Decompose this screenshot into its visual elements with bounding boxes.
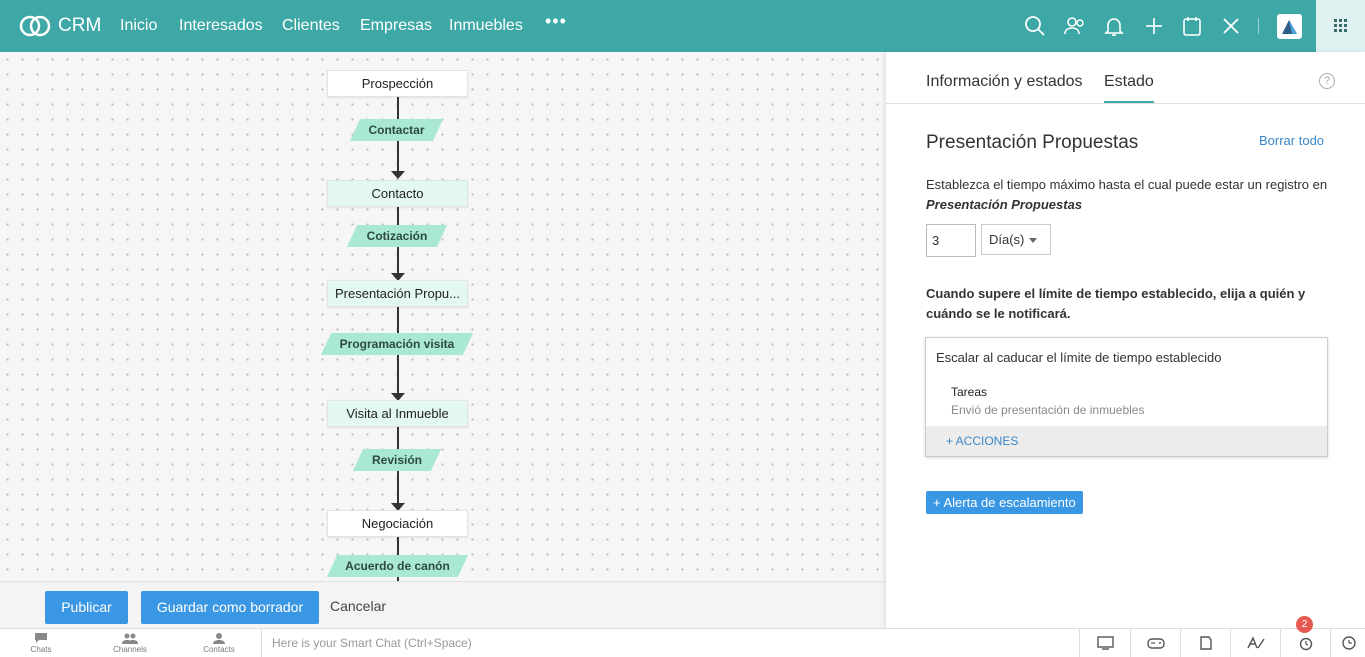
nav-inmuebles[interactable]: Inmuebles <box>449 17 523 35</box>
stage-negociacion[interactable]: Negociación <box>327 510 468 537</box>
stage-contacto[interactable]: Contacto <box>327 180 468 207</box>
publish-button[interactable]: Publicar <box>45 591 128 624</box>
tab-estado[interactable]: Estado <box>1104 73 1154 104</box>
brand-name: CRM <box>58 15 102 36</box>
note-icon <box>1200 636 1212 650</box>
top-navigation-bar: CRM Inicio Interesados Clientes Empresas… <box>0 0 1365 52</box>
transition-label: Revisión <box>371 453 422 467</box>
screen-share-button[interactable] <box>1081 629 1131 657</box>
smart-chat-input[interactable]: Here is your Smart Chat (Ctrl+Space) <box>261 629 1080 657</box>
escalation-box: Escalar al caducar el límite de tiempo e… <box>925 337 1328 457</box>
notes-button[interactable] <box>1181 629 1231 657</box>
description-text: Establezca el tiempo máximo hasta el cua… <box>926 177 1328 192</box>
crm-logo-icon <box>19 15 51 37</box>
clear-all-link[interactable]: Borrar todo <box>1259 133 1324 148</box>
transition-label: Acuerdo de canón <box>345 559 450 573</box>
save-draft-button[interactable]: Guardar como borrador <box>141 591 319 624</box>
task-label: Tareas <box>951 385 988 399</box>
footer-chats-label: Chats <box>30 645 52 654</box>
nav-inicio[interactable]: Inicio <box>120 17 157 35</box>
alarm-count-badge: 2 <box>1296 616 1313 633</box>
footer-chats[interactable]: Chats <box>11 632 71 654</box>
footer-bar: Chats Channels Contacts Here is your Sma… <box>0 628 1365 657</box>
grid-icon <box>1334 19 1347 32</box>
time-unit-value: Día(s) <box>989 232 1025 247</box>
calendar-icon[interactable] <box>1180 14 1204 38</box>
user-avatar[interactable] <box>1277 14 1302 39</box>
history-icon <box>1342 636 1356 650</box>
nav-interesados[interactable]: Interesados <box>179 17 263 35</box>
transition-label: Cotización <box>366 229 428 243</box>
footer-contacts[interactable]: Contacts <box>189 632 249 654</box>
contacts-icon[interactable] <box>1063 14 1087 38</box>
alarm-clock-icon <box>1299 637 1313 651</box>
transition-label: Contactar <box>368 123 425 137</box>
add-escalation-alert-button[interactable]: + Alerta de escalamiento <box>926 491 1083 514</box>
footer-channels[interactable]: Channels <box>100 632 160 654</box>
apps-grid-button[interactable] <box>1316 0 1365 52</box>
cancel-button[interactable]: Cancelar <box>330 598 386 614</box>
contact-person-icon <box>213 633 225 644</box>
stage-visita-inmueble[interactable]: Visita al Inmueble <box>327 400 468 427</box>
avatar-logo-icon <box>1282 20 1297 34</box>
translate-button[interactable] <box>1231 629 1281 657</box>
nav-clientes[interactable]: Clientes <box>282 17 340 35</box>
nav-empresas[interactable]: Empresas <box>360 17 432 35</box>
stage-presentacion-propuestas[interactable]: Presentación Propu... <box>327 280 468 307</box>
more-menu-icon[interactable]: ••• <box>545 11 567 32</box>
description-stage: Presentación Propuestas <box>926 197 1083 212</box>
state-settings-panel: Información y estados Estado ? Presentac… <box>886 52 1365 628</box>
chat-bubble-icon <box>35 633 47 643</box>
channels-icon <box>122 633 138 644</box>
time-unit-select[interactable]: Día(s) <box>981 224 1051 255</box>
transition-cotizacion[interactable]: Cotización <box>346 225 448 247</box>
task-description[interactable]: Envió de presentación de inmuebles <box>951 403 1144 417</box>
blueprint-canvas[interactable]: Prospección Contacto Presentación Propu.… <box>0 52 886 581</box>
escalation-title: Escalar al caducar el límite de tiempo e… <box>936 350 1222 365</box>
footer-contacts-label: Contacts <box>203 645 235 654</box>
topbar-divider <box>1258 18 1259 34</box>
panel-title: Presentación Propuestas <box>926 132 1139 153</box>
transition-revision[interactable]: Revisión <box>352 449 442 471</box>
game-button[interactable] <box>1131 629 1181 657</box>
stage-prospeccion[interactable]: Prospección <box>327 70 468 97</box>
notification-bell-icon[interactable] <box>1102 14 1126 38</box>
add-actions-button[interactable]: + ACCIONES <box>926 426 1327 456</box>
transition-programacion-visita[interactable]: Programación visita <box>320 333 474 355</box>
search-icon[interactable] <box>1023 14 1047 38</box>
add-icon[interactable] <box>1142 14 1166 38</box>
help-icon[interactable]: ? <box>1319 73 1335 89</box>
transition-label: Programación visita <box>339 337 455 351</box>
history-button[interactable] <box>1324 629 1365 657</box>
gamepad-icon <box>1147 638 1165 649</box>
arrow-down-icon <box>391 171 405 179</box>
time-value-input[interactable] <box>926 224 976 257</box>
transition-contactar[interactable]: Contactar <box>349 119 444 141</box>
caret-down-icon <box>1029 238 1038 244</box>
tab-info-estados[interactable]: Información y estados <box>926 73 1083 91</box>
translate-icon <box>1247 636 1265 649</box>
monitor-icon <box>1097 636 1114 650</box>
tab-divider <box>886 103 1365 104</box>
setup-tools-icon[interactable] <box>1219 14 1243 38</box>
footer-channels-label: Channels <box>113 645 147 654</box>
transition-acuerdo-canon[interactable]: Acuerdo de canón <box>326 555 469 577</box>
action-bar: Publicar Guardar como borrador Cancelar <box>0 581 886 628</box>
notification-notice: Cuando supere el límite de tiempo establ… <box>926 286 1306 321</box>
time-limit-description: Establezca el tiempo máximo hasta el cua… <box>926 175 1336 215</box>
